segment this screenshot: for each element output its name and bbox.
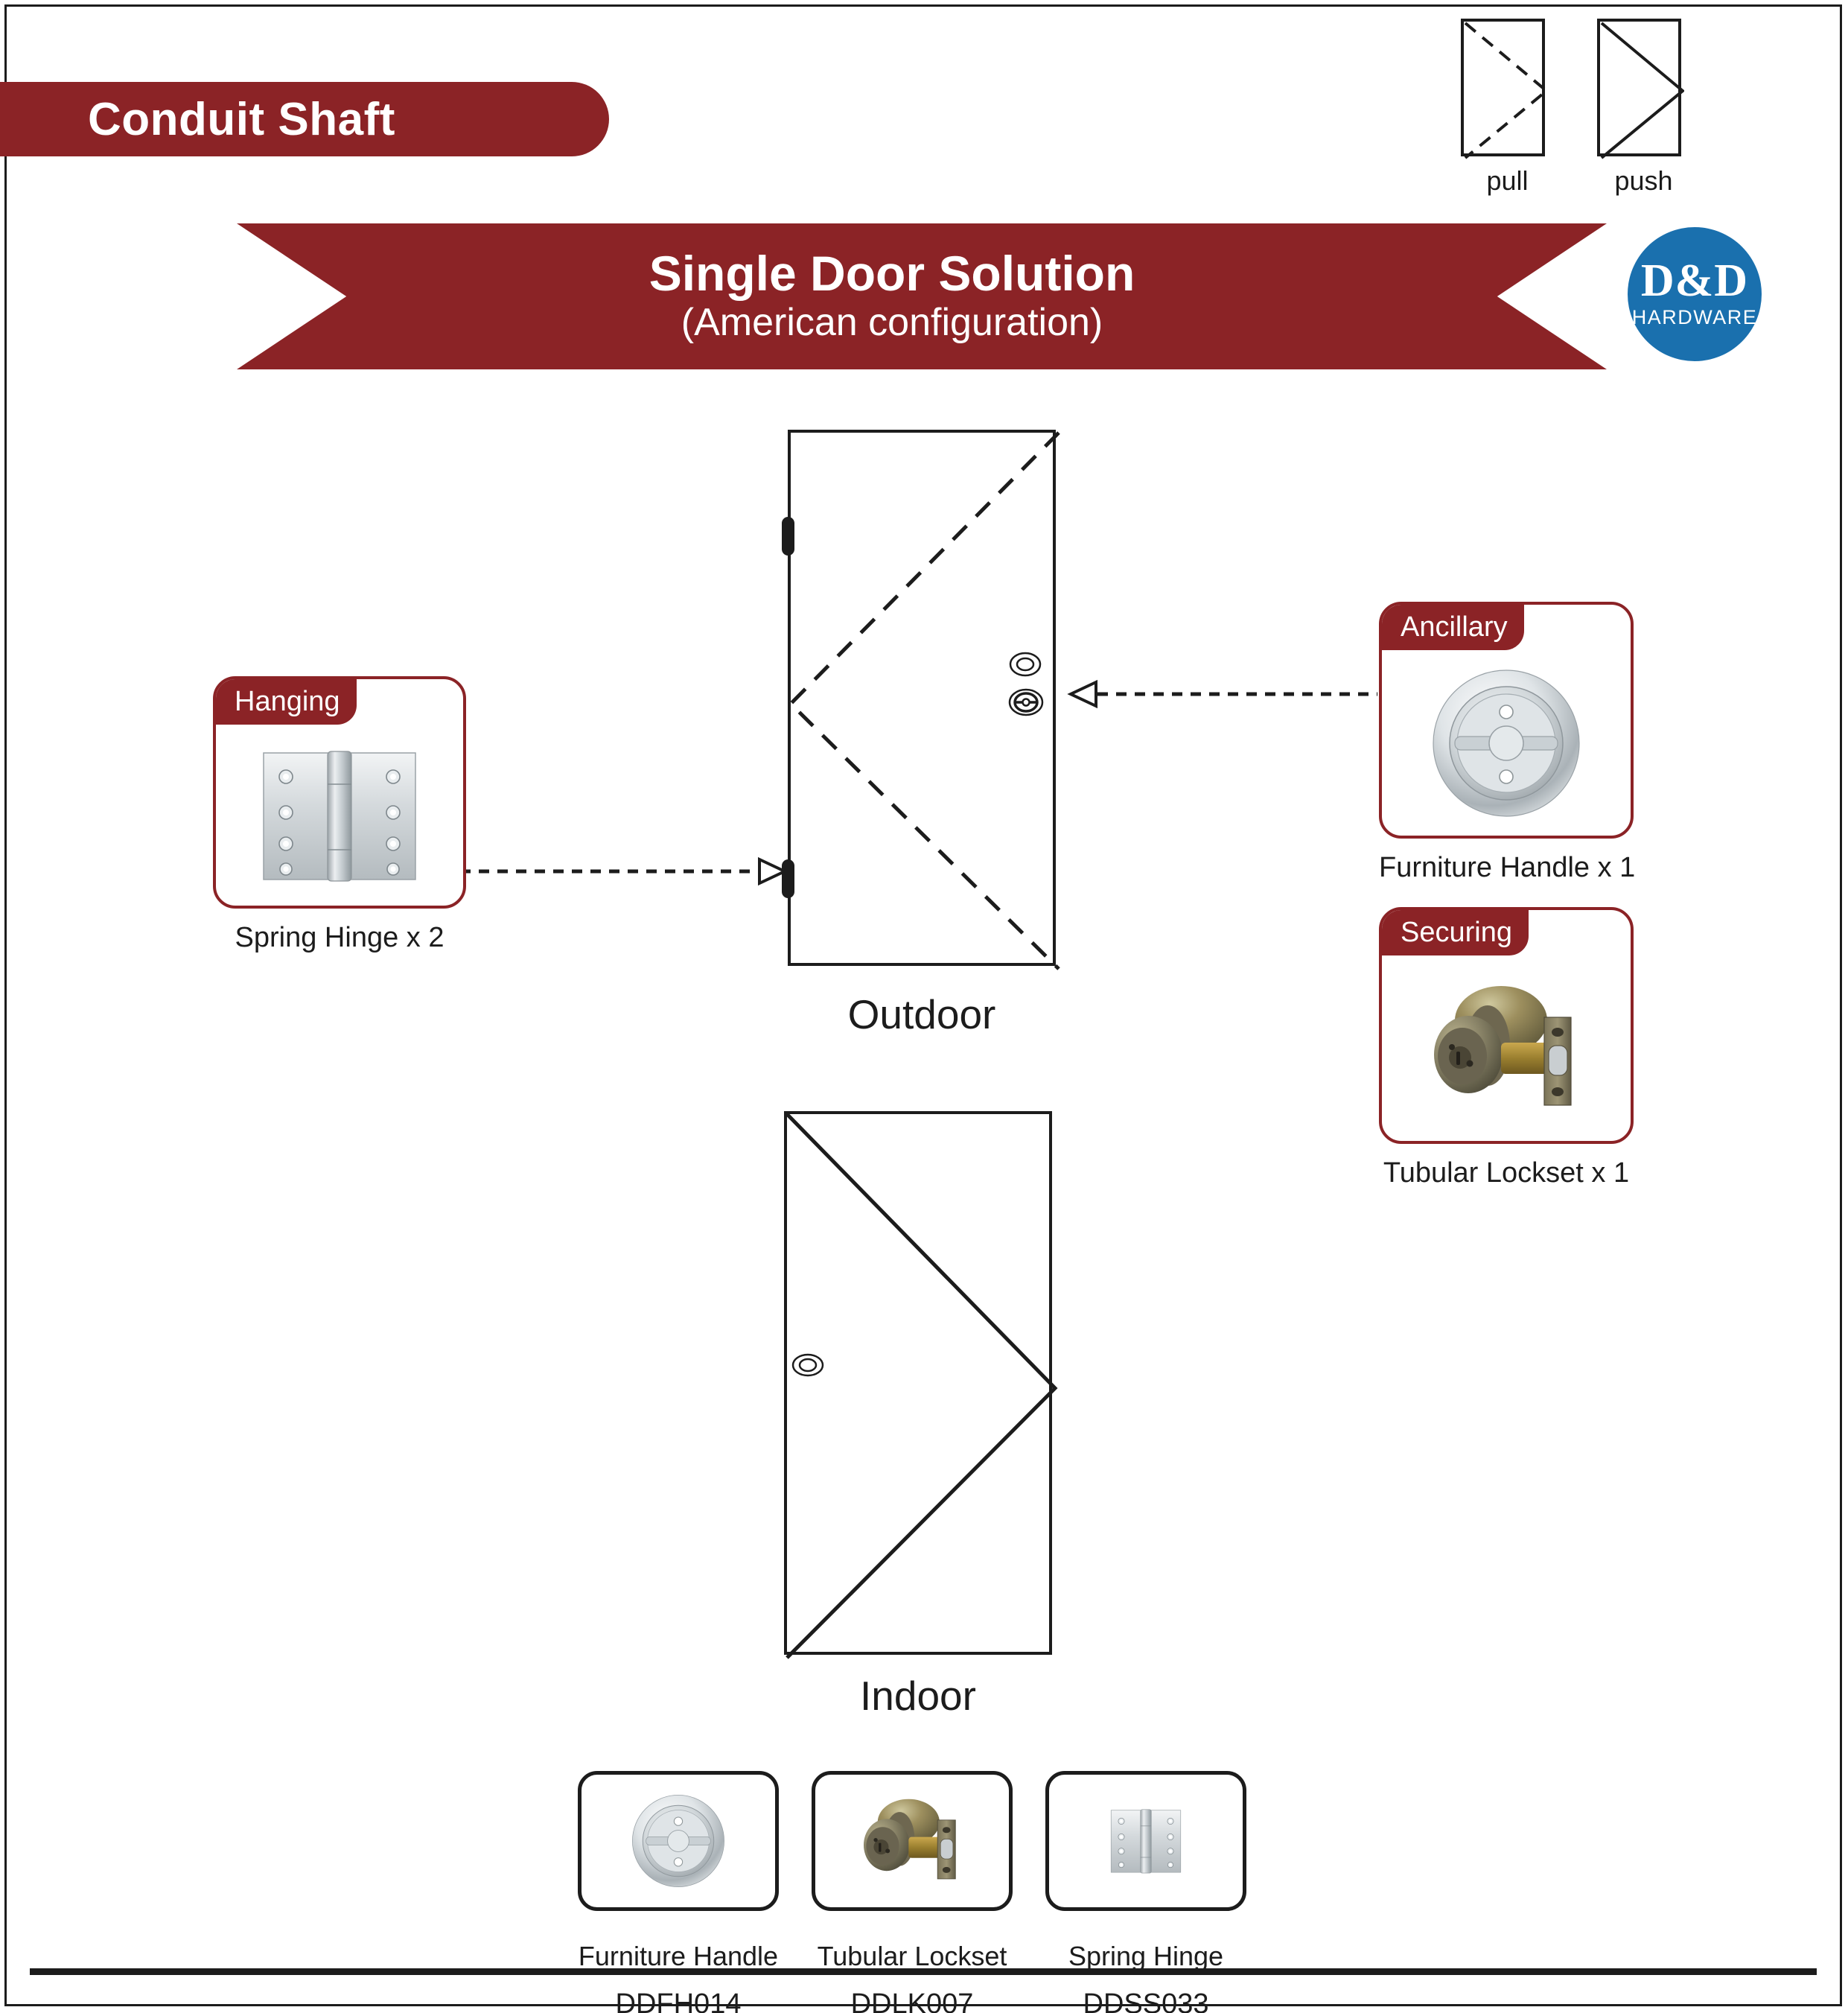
banner-title: Single Door Solution xyxy=(649,245,1135,301)
door-swing-push-icon xyxy=(786,1113,1058,1659)
brand-logo-main: D&D xyxy=(1640,255,1749,307)
legend-item-push: push xyxy=(1597,19,1690,197)
callout-ancillary-category: Ancillary xyxy=(1401,611,1508,643)
product-name-spring-hinge: Spring Hinge xyxy=(1068,1941,1224,1971)
callout-hanging-tab: Hanging xyxy=(216,679,357,725)
product-card-image-furniture-handle xyxy=(578,1771,779,1911)
room-title-text: Conduit Shaft xyxy=(88,93,395,145)
push-symbol-icon xyxy=(1597,19,1686,159)
callout-securing-category: Securing xyxy=(1401,916,1512,948)
pull-symbol-icon xyxy=(1461,19,1549,159)
product-card-image-tubular-lockset xyxy=(812,1771,1013,1911)
furniture-handle-image xyxy=(1382,651,1631,836)
product-tubular-lockset: Tubular Lockset DDLK007 xyxy=(812,1771,1013,2013)
flush-pull-marker-outdoor xyxy=(1007,684,1045,725)
callout-ancillary-caption: Furniture Handle x 1 xyxy=(1379,852,1636,883)
solution-banner: Single Door Solution (American configura… xyxy=(237,223,1607,369)
callout-securing-box: Securing xyxy=(1379,907,1634,1144)
callout-securing-tab: Securing xyxy=(1382,910,1529,955)
callout-ancillary: Ancillary Furniture Handle x 1 xyxy=(1379,602,1636,884)
door-indoor xyxy=(784,1111,1058,1659)
room-title-banner: Conduit Shaft xyxy=(0,82,609,156)
product-code-spring-hinge: DDSS033 xyxy=(1083,1988,1209,2013)
product-code-furniture-handle: DDFH014 xyxy=(615,1988,742,2013)
product-name-furniture-handle: Furniture Handle xyxy=(578,1941,779,1971)
callout-hanging-category: Hanging xyxy=(235,685,340,717)
door-label-outdoor: Outdoor xyxy=(847,991,996,1037)
legend-label-push: push xyxy=(1614,165,1673,196)
deadbolt-marker-outdoor xyxy=(1009,648,1042,684)
hinge-mark-top xyxy=(782,517,794,556)
door-label-indoor: Indoor xyxy=(860,1673,976,1719)
callout-ancillary-box: Ancillary xyxy=(1379,602,1634,839)
callout-hanging-caption: Spring Hinge x 2 xyxy=(235,922,445,953)
product-code-tubular-lockset: DDLK007 xyxy=(850,1988,974,2013)
tubular-lockset-image xyxy=(1382,956,1631,1141)
legend-label-pull: pull xyxy=(1486,165,1529,196)
product-name-tubular-lockset: Tubular Lockset xyxy=(817,1941,1007,1971)
brand-logo-sub: HARDWARE xyxy=(1631,305,1758,328)
spring-hinge-image xyxy=(216,725,463,906)
callout-hanging-box: Hanging xyxy=(213,676,466,909)
callout-ancillary-tab: Ancillary xyxy=(1382,605,1524,650)
product-spring-hinge: Spring Hinge DDSS033 xyxy=(1045,1771,1246,2013)
product-card-image-spring-hinge xyxy=(1045,1771,1246,1911)
banner-subtitle: (American configuration) xyxy=(681,301,1103,345)
deadbolt-marker-indoor xyxy=(791,1349,824,1384)
connector-ancillary xyxy=(1057,679,1377,709)
brand-logo: D&D HARDWARE xyxy=(1628,227,1762,361)
swing-legend: pull push xyxy=(1444,19,1757,197)
product-furniture-handle: Furniture Handle DDFH014 xyxy=(578,1771,779,2013)
callout-securing-caption: Tubular Lockset x 1 xyxy=(1383,1157,1630,1189)
callout-securing: Securing Tubular Lockset x 1 xyxy=(1379,907,1634,1189)
callout-hanging: Hanging Spring Hinge x 2 xyxy=(213,676,466,954)
door-solution-datasheet: Conduit Shaft pull push Single Door Solu… xyxy=(0,0,1848,2013)
legend-item-pull: pull xyxy=(1461,19,1554,197)
connector-hanging xyxy=(460,856,803,886)
